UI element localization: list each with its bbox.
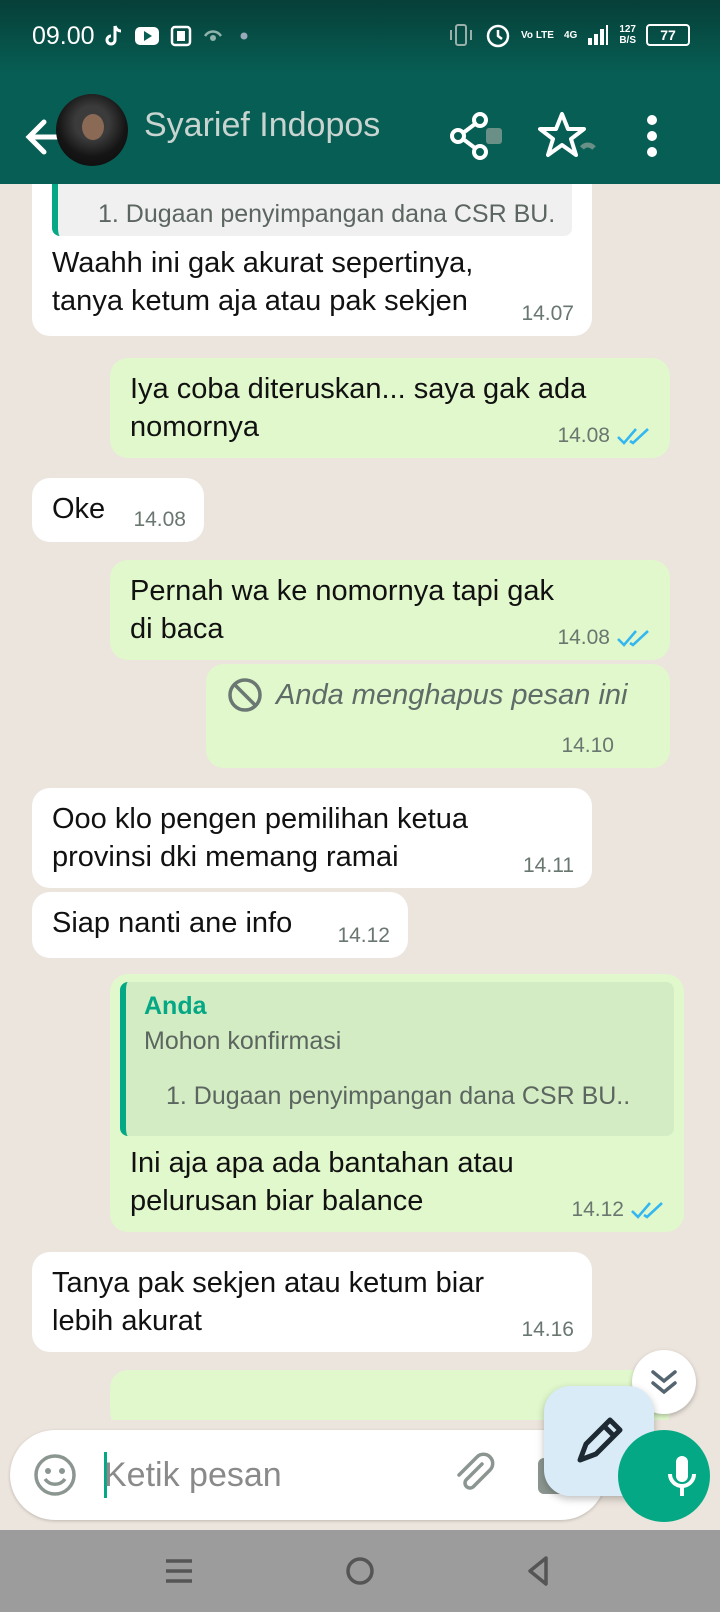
message-time: 14.07 <box>521 302 574 325</box>
message-time: 14.16 <box>521 1318 574 1341</box>
net-gen-label: 4G <box>563 29 578 41</box>
contact-name[interactable]: Syarief Indopos <box>144 106 380 145</box>
quoted-line: 1. Dugaan penyimpangan dana CSR BU.. <box>166 1082 631 1110</box>
deleted-row: Anda menghapus pesan ini <box>226 676 650 714</box>
quoted-message[interactable]: Anda Mohon konfirmasi 1. Dugaan penyimpa… <box>120 982 674 1136</box>
voice-record-button[interactable] <box>618 1430 710 1522</box>
home-nav-icon[interactable] <box>337 1548 383 1594</box>
net-speed-unit: B/S <box>619 35 636 46</box>
network-speed: 127 B/S <box>619 24 636 46</box>
message-bubble-incoming[interactable]: 1. Dugaan penyimpangan dana CSR BU.. Waa… <box>32 184 592 336</box>
net-type-label: Vo LTE <box>521 29 554 41</box>
double-check-icon <box>617 630 649 647</box>
chat-app-bar: Syarief Indopos <box>0 88 720 184</box>
status-time: 09.00 <box>32 22 95 50</box>
message-bubble-deleted[interactable]: Anda menghapus pesan ini 14.10 <box>206 664 670 768</box>
message-time: 14.10 <box>561 734 614 757</box>
message-meta: 14.12 <box>571 1198 666 1222</box>
tiktok-icon <box>105 25 122 46</box>
message-time: 14.08 <box>557 424 610 447</box>
message-text: Tanya pak sekjen atau ketum biar lebih a… <box>52 1267 485 1337</box>
star-icon[interactable] <box>538 108 598 164</box>
message-bubble-incoming[interactable]: Tanya pak sekjen atau ketum biar lebih a… <box>32 1252 592 1352</box>
quoted-text: Mohon konfirmasi <box>144 1027 342 1055</box>
message-time: 14.11 <box>523 854 574 877</box>
message-text: Waahh ini gak akurat sepertinya, tanya k… <box>52 247 474 317</box>
status-bar: 09.00 Vo LTE 4G 127 B/S 77 <box>0 0 720 72</box>
message-time: 14.12 <box>337 924 390 947</box>
menu-nav-icon[interactable] <box>156 1548 202 1594</box>
message-text: Ooo klo pengen pemilihan ketua provinsi … <box>52 803 468 873</box>
top-bar: 09.00 Vo LTE 4G 127 B/S 77 Syarief Indopo… <box>0 0 720 184</box>
double-check-icon <box>617 428 649 445</box>
more-notifications-dot <box>240 32 248 40</box>
message-bubble-incoming[interactable]: Ooo klo pengen pemilihan ketua provinsi … <box>32 788 592 888</box>
system-nav-bar <box>0 1530 720 1612</box>
network-type: Vo LTE <box>521 30 554 41</box>
message-list[interactable]: 1. Dugaan penyimpangan dana CSR BU.. Waa… <box>0 184 720 1420</box>
deleted-message-text: Anda menghapus pesan ini <box>276 678 628 711</box>
quoted-author: Anda <box>144 992 207 1020</box>
avatar-face <box>82 114 104 140</box>
message-composer <box>10 1430 606 1520</box>
message-bubble-incoming[interactable]: Siap nanti ane info 14.12 <box>32 892 408 958</box>
vibrate-icon <box>450 24 472 46</box>
message-bubble-incoming[interactable]: Oke 14.08 <box>32 478 204 542</box>
message-time: 14.08 <box>557 626 610 649</box>
battery-indicator: 77 <box>646 24 690 46</box>
double-check-icon <box>631 1202 663 1219</box>
message-time: 14.08 <box>133 508 186 531</box>
video-call-icon[interactable] <box>446 108 506 164</box>
mic-icon <box>668 1456 696 1496</box>
message-input[interactable] <box>96 1446 396 1504</box>
contact-avatar[interactable] <box>56 94 128 166</box>
message-bubble-outgoing[interactable]: Iya coba diteruskan... saya gak ada nomo… <box>110 358 670 458</box>
message-bubble-outgoing[interactable]: Pernah wa ke nomornya tapi gak di baca 1… <box>110 560 670 660</box>
alarm-icon <box>486 24 510 48</box>
news-app-icon <box>170 25 192 47</box>
paperclip-icon[interactable] <box>450 1450 500 1500</box>
network-generation: 4G <box>564 30 577 41</box>
net-speed-value: 127 <box>619 24 636 35</box>
message-bubble-outgoing[interactable]: Anda Mohon konfirmasi 1. Dugaan penyimpa… <box>110 974 684 1232</box>
blocked-icon <box>228 678 262 712</box>
emoji-icon[interactable] <box>30 1450 80 1500</box>
status-right-icons: Vo LTE 4G 127 B/S 77 <box>447 22 690 48</box>
message-meta: 14.08 <box>557 424 652 448</box>
quoted-message[interactable]: 1. Dugaan penyimpangan dana CSR BU.. <box>52 184 572 236</box>
back-nav-icon[interactable] <box>516 1548 562 1594</box>
message-time: 14.12 <box>571 1198 624 1221</box>
message-meta: 14.08 <box>557 626 652 650</box>
youtube-icon <box>135 27 159 45</box>
quoted-line: 1. Dugaan penyimpangan dana CSR BU.. <box>98 200 554 228</box>
more-vert-icon[interactable] <box>622 108 682 164</box>
notification-icons <box>102 24 254 48</box>
signal-icon <box>588 25 609 45</box>
other-app-icon <box>203 30 223 41</box>
